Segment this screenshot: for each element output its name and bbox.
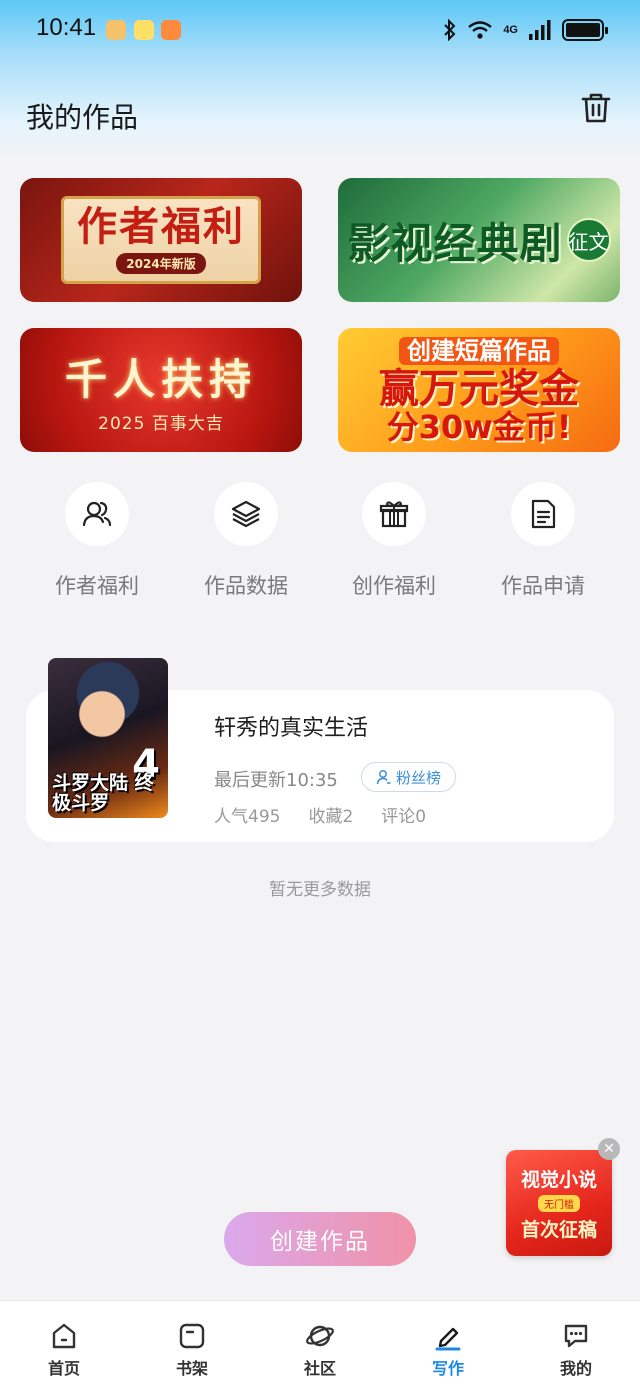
home-icon bbox=[52, 1323, 76, 1349]
planet-icon bbox=[306, 1325, 334, 1347]
status-bar: 10:41 4G bbox=[0, 0, 640, 60]
bluetooth-icon bbox=[444, 19, 456, 41]
bottom-tab-bar: 首页 书架 社区 写作 我的 bbox=[0, 1300, 640, 1387]
tab-label: 社区 bbox=[303, 1359, 336, 1378]
banner-scroll: 作者福利 2024年新版 bbox=[61, 196, 261, 284]
signal-icon bbox=[529, 20, 551, 40]
quick-action-work-application[interactable]: 作品申请 bbox=[468, 482, 618, 600]
quick-action-author-welfare[interactable]: 作者福利 bbox=[22, 482, 172, 600]
quick-action-icon-wrap bbox=[511, 482, 575, 546]
tab-community[interactable]: 社区 bbox=[256, 1301, 384, 1387]
banner-support-program[interactable]: 千人扶持 2025 百事大吉 bbox=[20, 328, 302, 452]
quick-action-label: 作品申请 bbox=[501, 574, 585, 598]
document-icon bbox=[531, 499, 556, 529]
close-icon[interactable]: ✕ bbox=[598, 1138, 620, 1160]
banner-subtitle: 2024年新版 bbox=[116, 252, 206, 274]
page-title: 我的作品 bbox=[26, 101, 139, 134]
battery-icon bbox=[562, 19, 608, 41]
work-popularity: 人气495 bbox=[214, 807, 281, 827]
banner-title: 作者福利 bbox=[77, 203, 245, 250]
float-ad-line-2: 首次征稿 bbox=[520, 1218, 597, 1241]
cover-title: 斗罗大陆 终极斗罗 bbox=[52, 772, 154, 815]
user-icon bbox=[376, 770, 391, 785]
work-last-updated: 最后更新10:35 bbox=[214, 770, 338, 791]
fans-ranking-button[interactable]: 粉丝榜 bbox=[361, 762, 456, 792]
chat-bubble-icon bbox=[564, 1324, 588, 1348]
users-icon bbox=[82, 501, 112, 527]
quick-action-icon-wrap bbox=[362, 482, 426, 546]
quick-action-creation-welfare[interactable]: 创作福利 bbox=[319, 482, 469, 600]
delete-button[interactable] bbox=[578, 90, 614, 126]
banner-short-story-contest[interactable]: 创建短篇作品 赢万元奖金 分30w金币! bbox=[338, 328, 620, 452]
pen-icon bbox=[435, 1327, 461, 1351]
banner-tag: 征文 bbox=[566, 218, 611, 262]
work-comments: 评论0 bbox=[381, 807, 427, 827]
bookshelf-icon bbox=[179, 1323, 205, 1349]
status-indicators: 4G bbox=[443, 14, 608, 46]
tab-label: 写作 bbox=[431, 1359, 464, 1378]
tab-write[interactable]: 写作 bbox=[384, 1301, 512, 1387]
tab-profile[interactable]: 我的 bbox=[512, 1301, 640, 1387]
banner-subtitle: 2025 百事大吉 bbox=[98, 414, 224, 434]
floating-ad-visual-novel[interactable]: 视觉小说 无门槛 首次征稿 bbox=[506, 1150, 612, 1256]
quick-action-icon-wrap bbox=[65, 482, 129, 546]
quick-action-label: 创作福利 bbox=[352, 574, 436, 598]
tab-home[interactable]: 首页 bbox=[0, 1301, 128, 1387]
status-time: 10:41 bbox=[36, 14, 97, 41]
gift-icon bbox=[379, 501, 409, 528]
tab-label: 书架 bbox=[175, 1359, 208, 1378]
no-more-data-text: 暂无更多数据 bbox=[269, 880, 371, 900]
create-work-button[interactable]: 创建作品 bbox=[224, 1212, 416, 1266]
banner-line-2: 赢万元奖金 bbox=[379, 366, 579, 412]
work-favorites: 收藏2 bbox=[308, 807, 354, 827]
float-ad-line-1: 视觉小说 bbox=[520, 1168, 597, 1191]
banner-film-contest[interactable]: 影视经典剧 征文 bbox=[338, 178, 620, 302]
quick-action-label: 作品数据 bbox=[204, 574, 288, 598]
banner-line-1: 创建短篇作品 bbox=[399, 337, 559, 365]
banner-line-3: 分30w金币! bbox=[386, 408, 572, 446]
banner-title: 影视经典剧 bbox=[347, 218, 563, 268]
app-notification-icon bbox=[106, 20, 126, 40]
game-notification-icon bbox=[161, 20, 181, 40]
banner-title: 千人扶持 bbox=[64, 355, 257, 404]
work-title[interactable]: 轩秀的真实生活 bbox=[214, 710, 368, 742]
tab-label: 我的 bbox=[559, 1359, 592, 1378]
network-type: 4G bbox=[503, 24, 518, 36]
quick-action-icon-wrap bbox=[214, 482, 278, 546]
trash-icon bbox=[581, 93, 611, 123]
fans-ranking-label: 粉丝榜 bbox=[395, 768, 441, 787]
app-notification-icon bbox=[134, 20, 154, 40]
quick-action-label: 作者福利 bbox=[55, 574, 139, 598]
tab-label: 首页 bbox=[47, 1359, 80, 1378]
work-cover-image[interactable]: 4 斗罗大陆 终极斗罗 bbox=[48, 658, 168, 818]
layers-icon bbox=[231, 500, 261, 528]
banner-author-welfare[interactable]: 作者福利 2024年新版 bbox=[20, 178, 302, 302]
wifi-icon bbox=[468, 21, 493, 39]
float-ad-tag: 无门槛 bbox=[538, 1194, 580, 1212]
tab-bookshelf[interactable]: 书架 bbox=[128, 1301, 256, 1387]
work-stats: 人气495 收藏2 评论0 bbox=[214, 802, 426, 827]
quick-action-work-data[interactable]: 作品数据 bbox=[171, 482, 321, 600]
